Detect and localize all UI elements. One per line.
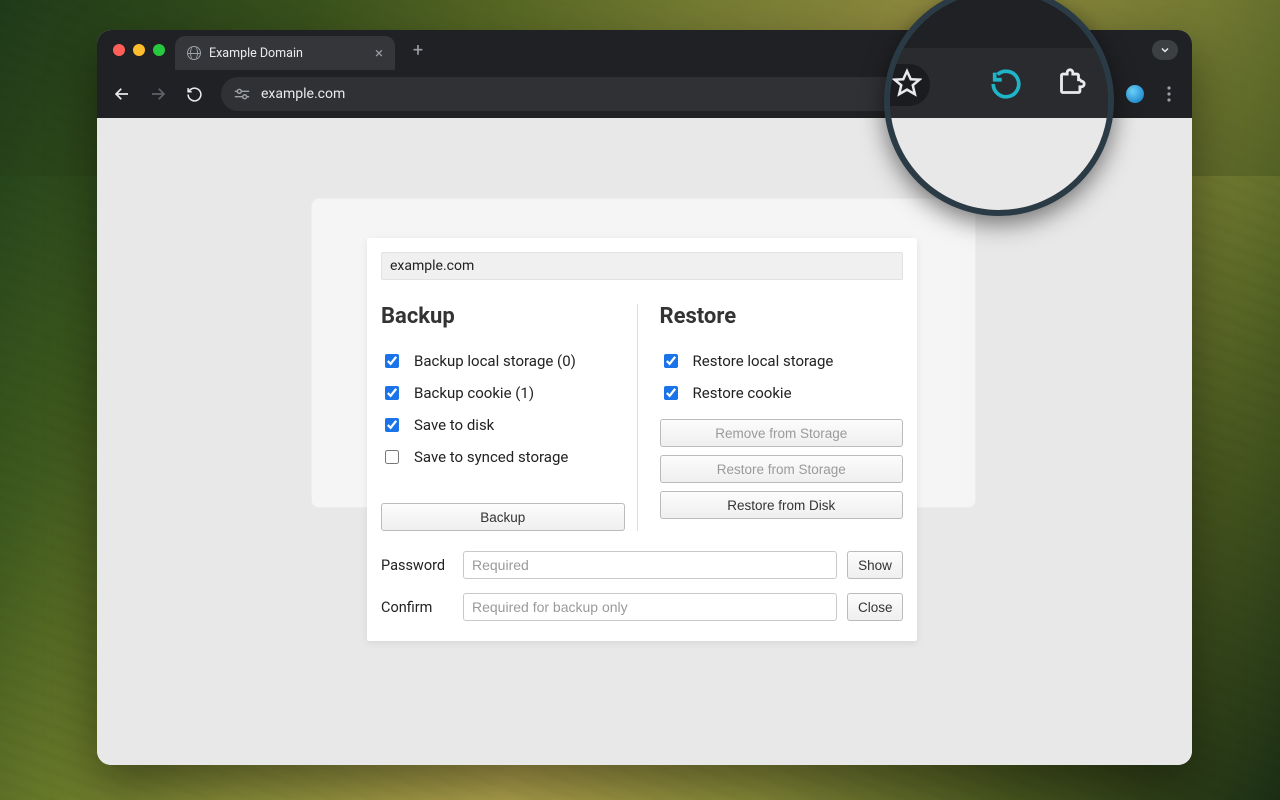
restore-heading: Restore bbox=[660, 304, 904, 329]
save-to-synced-label: Save to synced storage bbox=[414, 448, 568, 466]
password-row: Password Show bbox=[381, 551, 903, 579]
backup-column: Backup Backup local storage (0) Backup c… bbox=[381, 304, 638, 531]
extension-popup: example.com Backup Backup local storage … bbox=[367, 238, 917, 641]
host-field: example.com bbox=[381, 252, 903, 280]
minimize-window-button[interactable] bbox=[133, 44, 145, 56]
save-to-disk-label: Save to disk bbox=[414, 416, 494, 434]
fullscreen-window-button[interactable] bbox=[153, 44, 165, 56]
magnifier-overlay bbox=[884, 0, 1114, 216]
close-window-button[interactable] bbox=[113, 44, 125, 56]
tab-title: Example Domain bbox=[209, 46, 367, 61]
close-tab-button[interactable]: × bbox=[375, 46, 383, 61]
back-button[interactable] bbox=[107, 79, 137, 109]
save-to-disk-row[interactable]: Save to disk bbox=[381, 415, 625, 435]
save-to-disk-checkbox[interactable] bbox=[385, 418, 399, 432]
backup-local-storage-checkbox[interactable] bbox=[385, 354, 399, 368]
browser-tab[interactable]: Example Domain × bbox=[175, 36, 395, 70]
restore-cookie-checkbox[interactable] bbox=[664, 386, 678, 400]
site-settings-icon[interactable] bbox=[233, 87, 251, 101]
confirm-label: Confirm bbox=[381, 599, 453, 616]
desktop-wallpaper: Example Domain × + bbox=[0, 0, 1280, 800]
backup-local-storage-label: Backup local storage (0) bbox=[414, 352, 576, 370]
show-password-button[interactable]: Show bbox=[847, 551, 903, 579]
restore-local-storage-checkbox[interactable] bbox=[664, 354, 678, 368]
password-input[interactable] bbox=[463, 551, 837, 579]
backup-extension-icon bbox=[986, 64, 1026, 104]
bookmark-star-icon bbox=[892, 68, 922, 102]
save-to-synced-checkbox[interactable] bbox=[385, 450, 399, 464]
restore-cookie-label: Restore cookie bbox=[693, 384, 792, 402]
backup-local-storage-row[interactable]: Backup local storage (0) bbox=[381, 351, 625, 371]
close-popup-button[interactable]: Close bbox=[847, 593, 903, 621]
reload-button[interactable] bbox=[179, 79, 209, 109]
page-content: example.com Backup Backup local storage … bbox=[97, 118, 1192, 765]
extensions-puzzle-icon bbox=[1050, 64, 1090, 104]
globe-icon bbox=[187, 46, 201, 60]
password-label: Password bbox=[381, 557, 453, 574]
restore-from-storage-button[interactable]: Restore from Storage bbox=[660, 455, 904, 483]
restore-from-disk-button[interactable]: Restore from Disk bbox=[660, 491, 904, 519]
backup-cookie-row[interactable]: Backup cookie (1) bbox=[381, 383, 625, 403]
tab-search-button[interactable] bbox=[1152, 40, 1178, 60]
confirm-input[interactable] bbox=[463, 593, 837, 621]
backup-button[interactable]: Backup bbox=[381, 503, 625, 531]
backup-cookie-checkbox[interactable] bbox=[385, 386, 399, 400]
profile-avatar-icon[interactable] bbox=[1120, 79, 1150, 109]
restore-local-storage-label: Restore local storage bbox=[693, 352, 834, 370]
save-to-synced-row[interactable]: Save to synced storage bbox=[381, 447, 625, 467]
browser-menu-button[interactable] bbox=[1156, 86, 1182, 102]
window-controls bbox=[107, 44, 175, 56]
forward-button[interactable] bbox=[143, 79, 173, 109]
restore-cookie-row[interactable]: Restore cookie bbox=[660, 383, 904, 403]
backup-heading: Backup bbox=[381, 304, 625, 329]
restore-local-storage-row[interactable]: Restore local storage bbox=[660, 351, 904, 371]
backup-cookie-label: Backup cookie (1) bbox=[414, 384, 534, 402]
url-text: example.com bbox=[261, 86, 345, 102]
remove-from-storage-button[interactable]: Remove from Storage bbox=[660, 419, 904, 447]
restore-column: Restore Restore local storage Restore co… bbox=[660, 304, 904, 531]
confirm-row: Confirm Close bbox=[381, 593, 903, 621]
new-tab-button[interactable]: + bbox=[405, 37, 431, 63]
